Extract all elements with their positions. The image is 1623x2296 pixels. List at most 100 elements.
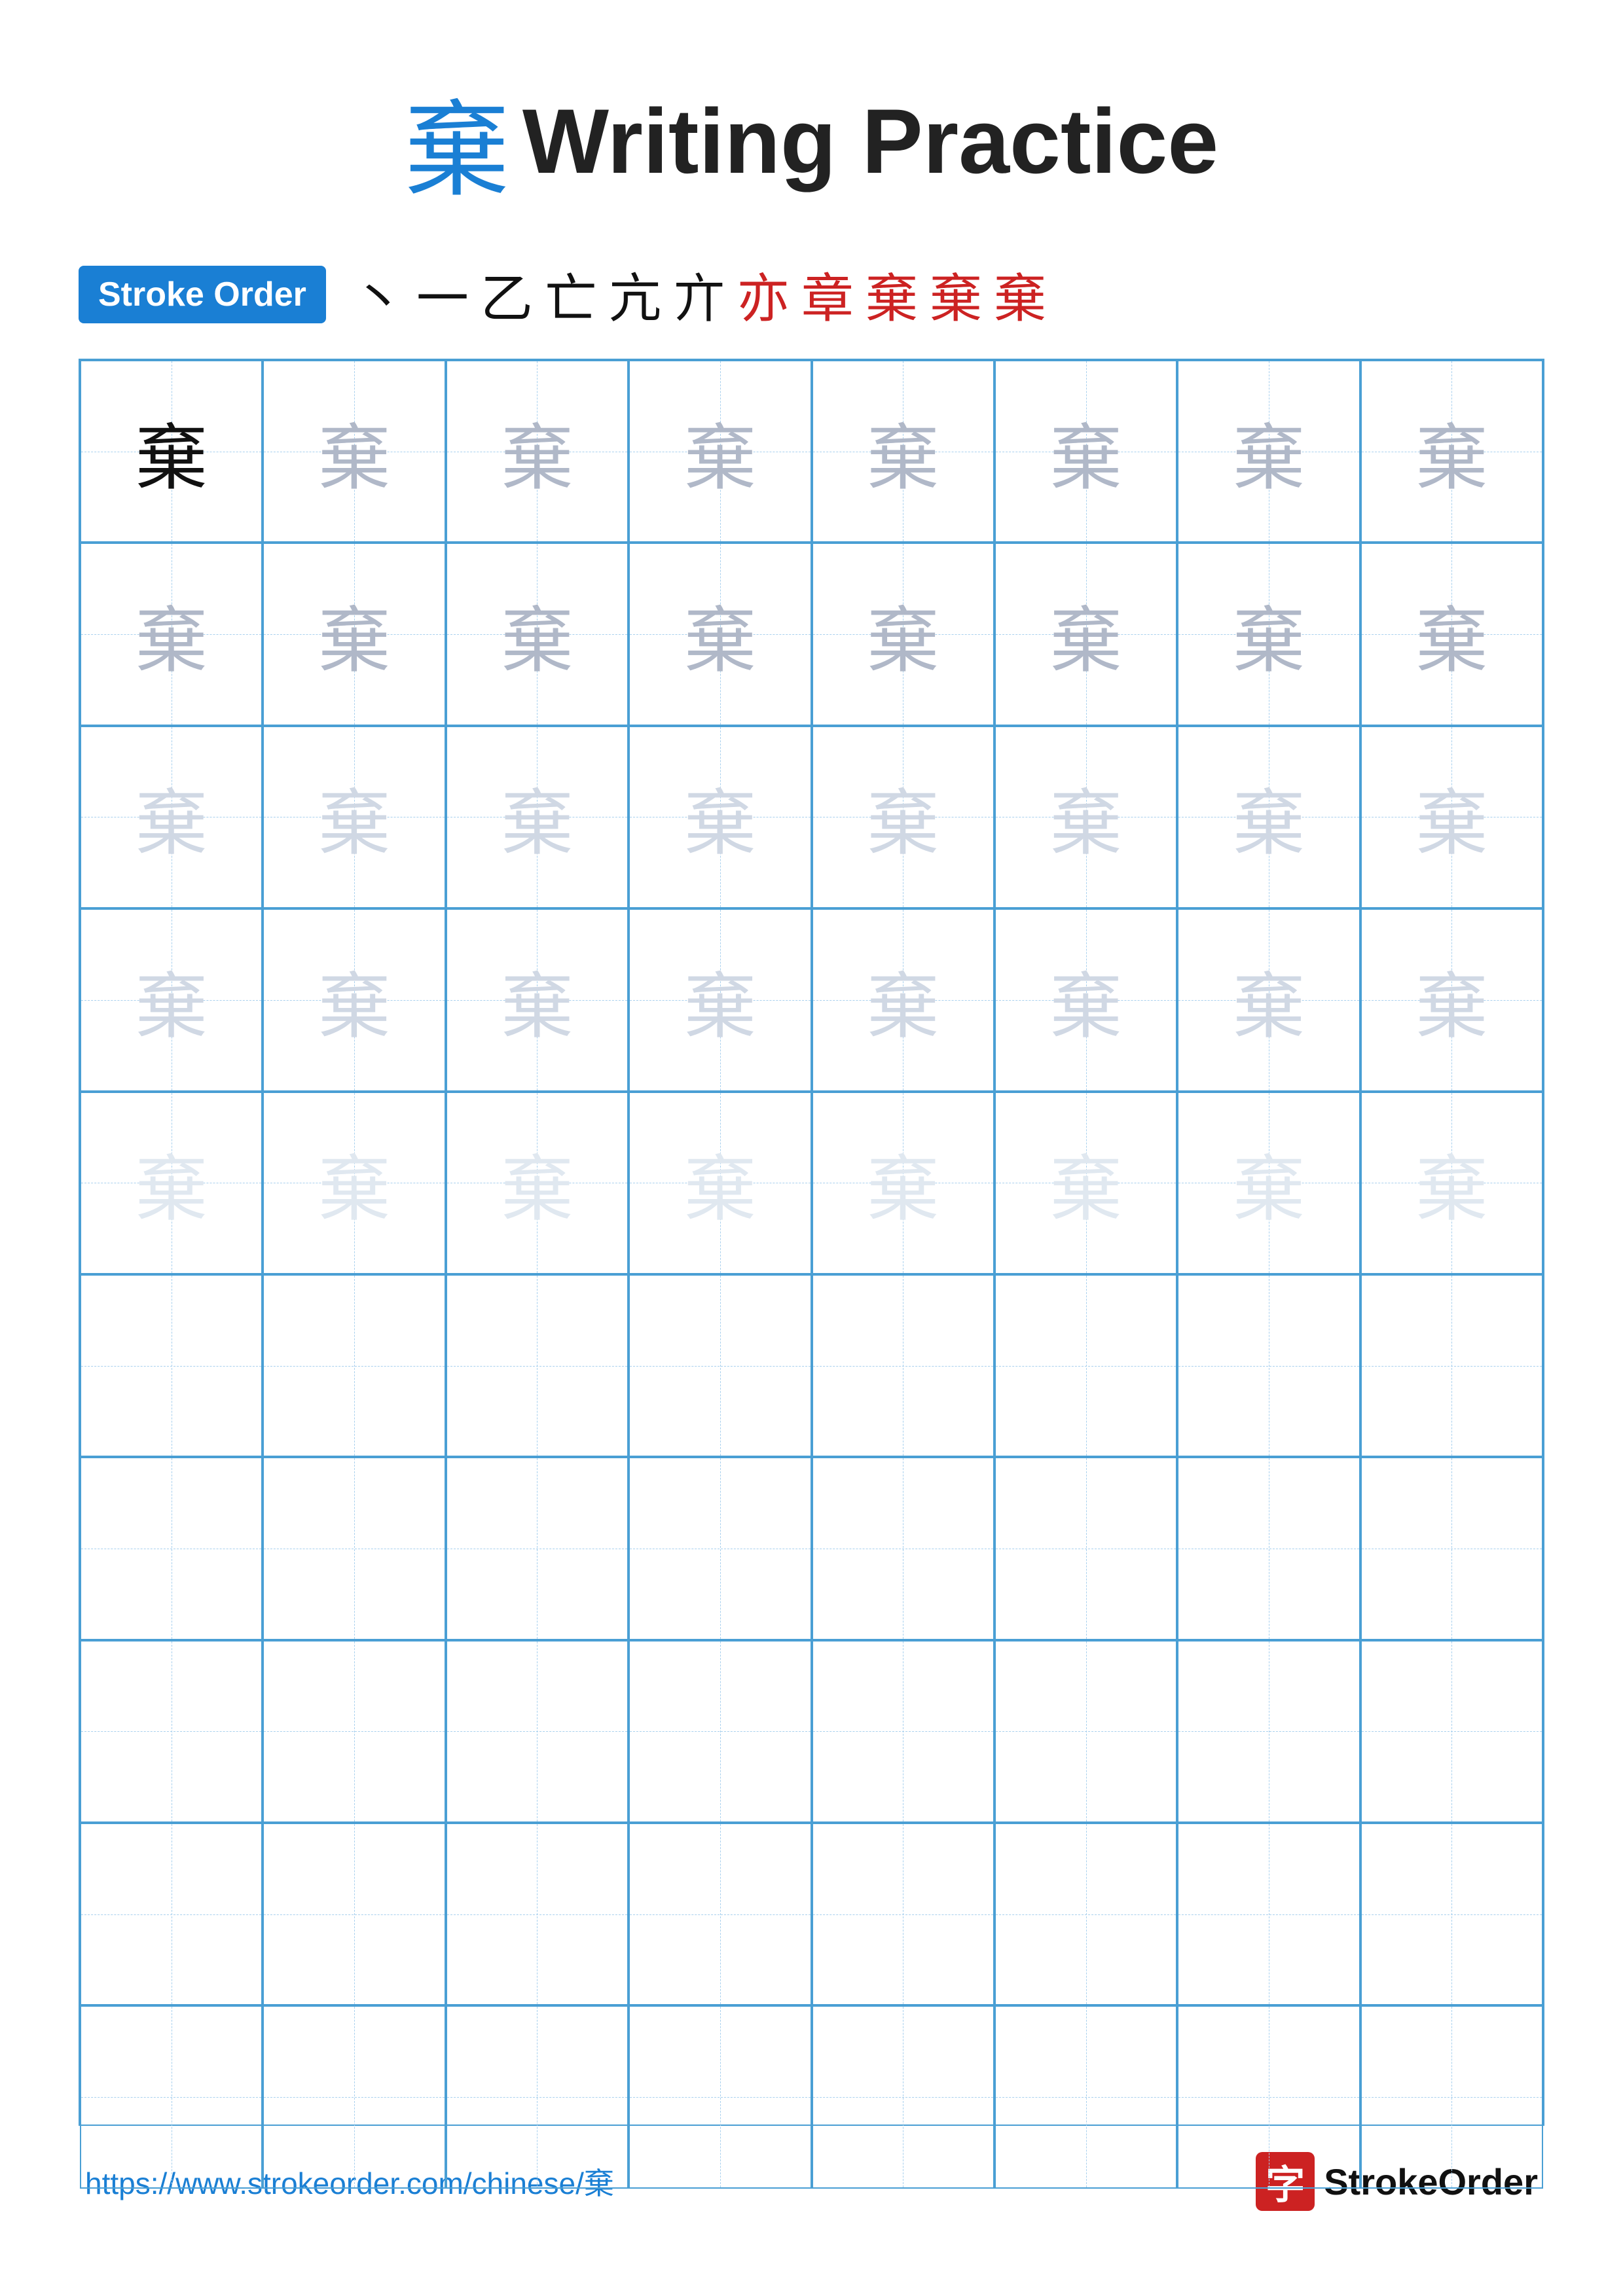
grid-cell-6-2[interactable] xyxy=(446,1457,629,1640)
grid-cell-7-7[interactable] xyxy=(1360,1640,1543,1823)
grid-cell-4-6[interactable]: 棄 xyxy=(1177,1092,1360,1274)
practice-char: 棄 xyxy=(1415,764,1487,869)
grid-cell-5-1[interactable] xyxy=(263,1274,445,1457)
grid-cell-2-0[interactable]: 棄 xyxy=(80,726,263,908)
practice-char: 棄 xyxy=(1050,582,1122,687)
grid-cell-3-3[interactable]: 棄 xyxy=(629,908,811,1091)
grid-cell-7-2[interactable] xyxy=(446,1640,629,1823)
grid-cell-5-6[interactable] xyxy=(1177,1274,1360,1457)
grid-cell-5-2[interactable] xyxy=(446,1274,629,1457)
grid-cell-1-4[interactable]: 棄 xyxy=(812,543,994,725)
grid-cell-9-1[interactable] xyxy=(263,2005,445,2188)
grid-cell-1-2[interactable]: 棄 xyxy=(446,543,629,725)
grid-cell-3-7[interactable]: 棄 xyxy=(1360,908,1543,1091)
grid-cell-5-5[interactable] xyxy=(994,1274,1177,1457)
practice-char: 棄 xyxy=(501,1130,573,1235)
grid-cell-0-3[interactable]: 棄 xyxy=(629,360,811,543)
grid-cell-6-0[interactable] xyxy=(80,1457,263,1640)
grid-cell-4-0[interactable]: 棄 xyxy=(80,1092,263,1274)
grid-cell-8-7[interactable] xyxy=(1360,1823,1543,2005)
grid-cell-8-0[interactable] xyxy=(80,1823,263,2005)
grid-cell-6-7[interactable] xyxy=(1360,1457,1543,1640)
practice-char: 棄 xyxy=(136,764,208,869)
grid-cell-4-3[interactable]: 棄 xyxy=(629,1092,811,1274)
grid-cell-9-3[interactable] xyxy=(629,2005,811,2188)
grid-cell-7-0[interactable] xyxy=(80,1640,263,1823)
stroke-3: 乙 xyxy=(481,257,533,332)
grid-cell-7-6[interactable] xyxy=(1177,1640,1360,1823)
grid-cell-3-4[interactable]: 棄 xyxy=(812,908,994,1091)
grid-cell-7-5[interactable] xyxy=(994,1640,1177,1823)
practice-char: 棄 xyxy=(1415,582,1487,687)
grid-cell-3-5[interactable]: 棄 xyxy=(994,908,1177,1091)
practice-char: 棄 xyxy=(318,948,390,1052)
grid-cell-9-4[interactable] xyxy=(812,2005,994,2188)
grid-cell-1-7[interactable]: 棄 xyxy=(1360,543,1543,725)
grid-cell-2-7[interactable]: 棄 xyxy=(1360,726,1543,908)
grid-cell-0-7[interactable]: 棄 xyxy=(1360,360,1543,543)
grid-cell-3-6[interactable]: 棄 xyxy=(1177,908,1360,1091)
grid-cell-6-4[interactable] xyxy=(812,1457,994,1640)
grid-cell-9-7[interactable] xyxy=(1360,2005,1543,2188)
grid-cell-4-5[interactable]: 棄 xyxy=(994,1092,1177,1274)
grid-cell-4-7[interactable]: 棄 xyxy=(1360,1092,1543,1274)
grid-cell-0-1[interactable]: 棄 xyxy=(263,360,445,543)
grid-cell-8-6[interactable] xyxy=(1177,1823,1360,2005)
practice-char: 棄 xyxy=(1233,399,1305,504)
grid-cell-7-3[interactable] xyxy=(629,1640,811,1823)
practice-char: 棄 xyxy=(136,582,208,687)
stroke-order-row: Stroke Order 丶 一 乙 亡 亢 亣 亦 章 棄 棄 棄 xyxy=(79,257,1544,332)
stroke-order-badge: Stroke Order xyxy=(79,266,326,323)
practice-char: 棄 xyxy=(867,948,939,1052)
grid-cell-1-6[interactable]: 棄 xyxy=(1177,543,1360,725)
grid-cell-8-1[interactable] xyxy=(263,1823,445,2005)
grid-cell-9-6[interactable] xyxy=(1177,2005,1360,2188)
grid-cell-4-4[interactable]: 棄 xyxy=(812,1092,994,1274)
grid-cell-1-5[interactable]: 棄 xyxy=(994,543,1177,725)
grid-cell-3-1[interactable]: 棄 xyxy=(263,908,445,1091)
grid-cell-8-2[interactable] xyxy=(446,1823,629,2005)
grid-cell-7-1[interactable] xyxy=(263,1640,445,1823)
grid-cell-5-3[interactable] xyxy=(629,1274,811,1457)
grid-cell-4-1[interactable]: 棄 xyxy=(263,1092,445,1274)
grid-cell-5-4[interactable] xyxy=(812,1274,994,1457)
grid-cell-0-5[interactable]: 棄 xyxy=(994,360,1177,543)
grid-cell-6-3[interactable] xyxy=(629,1457,811,1640)
grid-cell-5-0[interactable] xyxy=(80,1274,263,1457)
grid-cell-2-2[interactable]: 棄 xyxy=(446,726,629,908)
grid-cell-8-5[interactable] xyxy=(994,1823,1177,2005)
grid-cell-0-2[interactable]: 棄 xyxy=(446,360,629,543)
grid-cell-3-2[interactable]: 棄 xyxy=(446,908,629,1091)
grid-cell-6-6[interactable] xyxy=(1177,1457,1360,1640)
grid-cell-0-4[interactable]: 棄 xyxy=(812,360,994,543)
practice-char: 棄 xyxy=(1050,399,1122,504)
practice-char: 棄 xyxy=(684,1130,756,1235)
grid-cell-3-0[interactable]: 棄 xyxy=(80,908,263,1091)
grid-cell-2-6[interactable]: 棄 xyxy=(1177,726,1360,908)
grid-cell-9-0[interactable] xyxy=(80,2005,263,2188)
grid-cell-1-1[interactable]: 棄 xyxy=(263,543,445,725)
stroke-8: 章 xyxy=(801,257,854,332)
grid-cell-0-6[interactable]: 棄 xyxy=(1177,360,1360,543)
practice-char: 棄 xyxy=(1233,1130,1305,1235)
grid-cell-5-7[interactable] xyxy=(1360,1274,1543,1457)
grid-cell-9-5[interactable] xyxy=(994,2005,1177,2188)
practice-char: 棄 xyxy=(684,582,756,687)
grid-cell-1-0[interactable]: 棄 xyxy=(80,543,263,725)
practice-char: 棄 xyxy=(867,582,939,687)
grid-cell-6-1[interactable] xyxy=(263,1457,445,1640)
grid-cell-8-4[interactable] xyxy=(812,1823,994,2005)
grid-cell-2-4[interactable]: 棄 xyxy=(812,726,994,908)
grid-cell-2-1[interactable]: 棄 xyxy=(263,726,445,908)
title-section: 棄 Writing Practice xyxy=(405,65,1218,217)
grid-cell-2-3[interactable]: 棄 xyxy=(629,726,811,908)
grid-cell-6-5[interactable] xyxy=(994,1457,1177,1640)
stroke-11: 棄 xyxy=(994,257,1046,332)
grid-cell-2-5[interactable]: 棄 xyxy=(994,726,1177,908)
grid-cell-1-3[interactable]: 棄 xyxy=(629,543,811,725)
grid-cell-7-4[interactable] xyxy=(812,1640,994,1823)
grid-cell-0-0[interactable]: 棄 xyxy=(80,360,263,543)
grid-cell-9-2[interactable] xyxy=(446,2005,629,2188)
grid-cell-8-3[interactable] xyxy=(629,1823,811,2005)
grid-cell-4-2[interactable]: 棄 xyxy=(446,1092,629,1274)
